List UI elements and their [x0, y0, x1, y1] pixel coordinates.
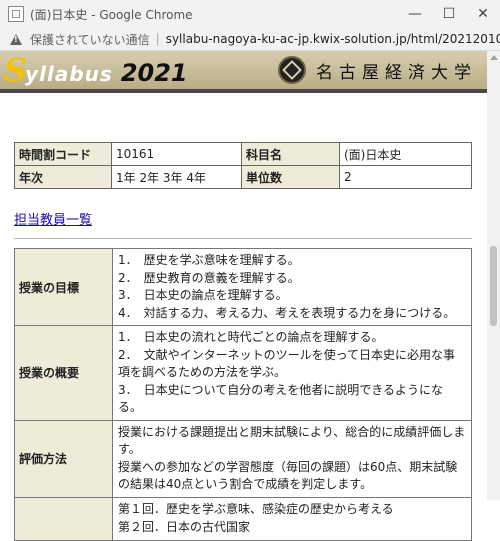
table-row: 授業の概要 1． 日本史の流れと時代ごとの論点を理解する。 2． 文献やインター…: [14, 325, 472, 421]
address-separator: |: [155, 32, 160, 46]
course-description-table: 授業の目標 1． 歴史を学ぶ意味を理解する。 2． 歴史教育の意義を理解する。 …: [14, 248, 472, 541]
list-item: 4． 対話する力、考える力、考えを表現する力を身につける。: [118, 305, 456, 320]
course-info-table: 時間割コード 10161 科目名 (面)日本史 年次 1年 2年 3年 4年 単…: [14, 142, 472, 189]
table-row: 評価方法 授業における課題提出と期末試験により、総合的に成績評価します。 授業へ…: [14, 419, 472, 498]
timetable-code-label: 時間割コード: [14, 142, 112, 166]
security-label[interactable]: 保護されていない通信: [30, 31, 150, 48]
logo-year: 2021: [120, 59, 188, 87]
list-item: 2． 文献やインターネットのツールを使って日本史に必用な事項を調べるための方法を…: [118, 347, 456, 380]
year-value: 1年 2年 3年 4年: [111, 165, 242, 189]
university-seal-icon: [278, 56, 306, 84]
credits-label: 単位数: [241, 165, 340, 189]
list-item: 授業における課題提出と期末試験により、総合的に成績評価します。: [118, 424, 466, 457]
list-item: 3． 日本史について自分の考えを他者に説明できるようになる。: [118, 382, 444, 415]
credits-value: 2: [339, 165, 472, 189]
overview-content: 1． 日本史の流れと時代ごとの論点を理解する。 2． 文献やインターネットのツー…: [112, 325, 472, 421]
logo-initial: S: [4, 51, 28, 89]
table-row: 授業の目標 1． 歴史を学ぶ意味を理解する。 2． 歴史教育の意義を理解する。 …: [14, 248, 472, 326]
goals-label: 授業の目標: [14, 248, 113, 326]
url-text[interactable]: syllabu-nagoya-ku-ac-jp.kwix-solution.jp…: [166, 32, 500, 46]
close-icon[interactable]: ✕: [466, 0, 500, 28]
window-titlebar: (面)日本史 - Google Chrome — ☐ ✕: [0, 0, 500, 28]
scroll-up-icon[interactable]: [490, 55, 498, 60]
syllabus-logo: S yllabus 2021: [4, 53, 188, 87]
address-bar[interactable]: 保護されていない通信 | syllabu-nagoya-ku-ac-jp.kwi…: [0, 28, 500, 51]
table-row: 年次 1年 2年 3年 4年 単位数 2: [14, 165, 472, 189]
timetable-code-value: 10161: [111, 142, 242, 166]
instructor-list-link[interactable]: 担当教員一覧: [14, 209, 472, 228]
scroll-thumb[interactable]: [490, 246, 497, 326]
minimize-icon[interactable]: —: [398, 0, 432, 28]
course-name-label: 科目名: [241, 142, 340, 166]
page-content: 時間割コード 10161 科目名 (面)日本史 年次 1年 2年 3年 4年 単…: [14, 142, 472, 541]
warning-icon[interactable]: [10, 33, 22, 45]
evaluation-label: 評価方法: [14, 419, 113, 498]
logo-text: yllabus: [25, 62, 113, 86]
table-row: 第１回．歴史を学ぶ意味、感染症の歴史から考える 第２回．日本の古代国家: [14, 496, 472, 541]
list-item: 1． 日本史の流れと時代ごとの論点を理解する。: [118, 330, 384, 344]
university-brand: 名古屋経済大学: [278, 56, 477, 84]
overview-label: 授業の概要: [14, 325, 113, 421]
list-item: 第１回．歴史を学ぶ意味、感染症の歴史から考える: [118, 502, 394, 516]
list-item: 3． 日本史の論点を理解する。: [118, 288, 288, 302]
window-title: (面)日本史 - Google Chrome: [30, 7, 193, 22]
list-item: 第２回．日本の古代国家: [118, 519, 251, 534]
university-name: 名古屋経済大学: [316, 62, 477, 83]
course-name-value: (面)日本史: [339, 142, 472, 166]
list-item: 1． 歴史を学ぶ意味を理解する。: [118, 253, 300, 267]
list-item: 2． 歴史教育の意義を理解する。: [118, 270, 300, 285]
plan-label: [14, 496, 113, 541]
page-favicon-icon: [8, 6, 24, 22]
list-item: 授業への参加などの学習態度（毎回の課題）は60点、期末試験の結果は40点という割…: [118, 459, 458, 492]
goals-content: 1． 歴史を学ぶ意味を理解する。 2． 歴史教育の意義を理解する。 3． 日本史…: [112, 248, 472, 326]
plan-content: 第１回．歴史を学ぶ意味、感染症の歴史から考える 第２回．日本の古代国家: [112, 496, 472, 541]
divider: [14, 238, 472, 239]
syllabus-banner: S yllabus 2021 名古屋経済大学: [0, 51, 487, 93]
window-controls: — ☐ ✕: [398, 0, 500, 28]
evaluation-content: 授業における課題提出と期末試験により、総合的に成績評価します。 授業への参加など…: [112, 419, 472, 498]
maximize-icon[interactable]: ☐: [432, 0, 466, 28]
page-scrollbar[interactable]: [487, 51, 500, 500]
table-row: 時間割コード 10161 科目名 (面)日本史: [14, 142, 472, 166]
year-label: 年次: [14, 165, 112, 189]
